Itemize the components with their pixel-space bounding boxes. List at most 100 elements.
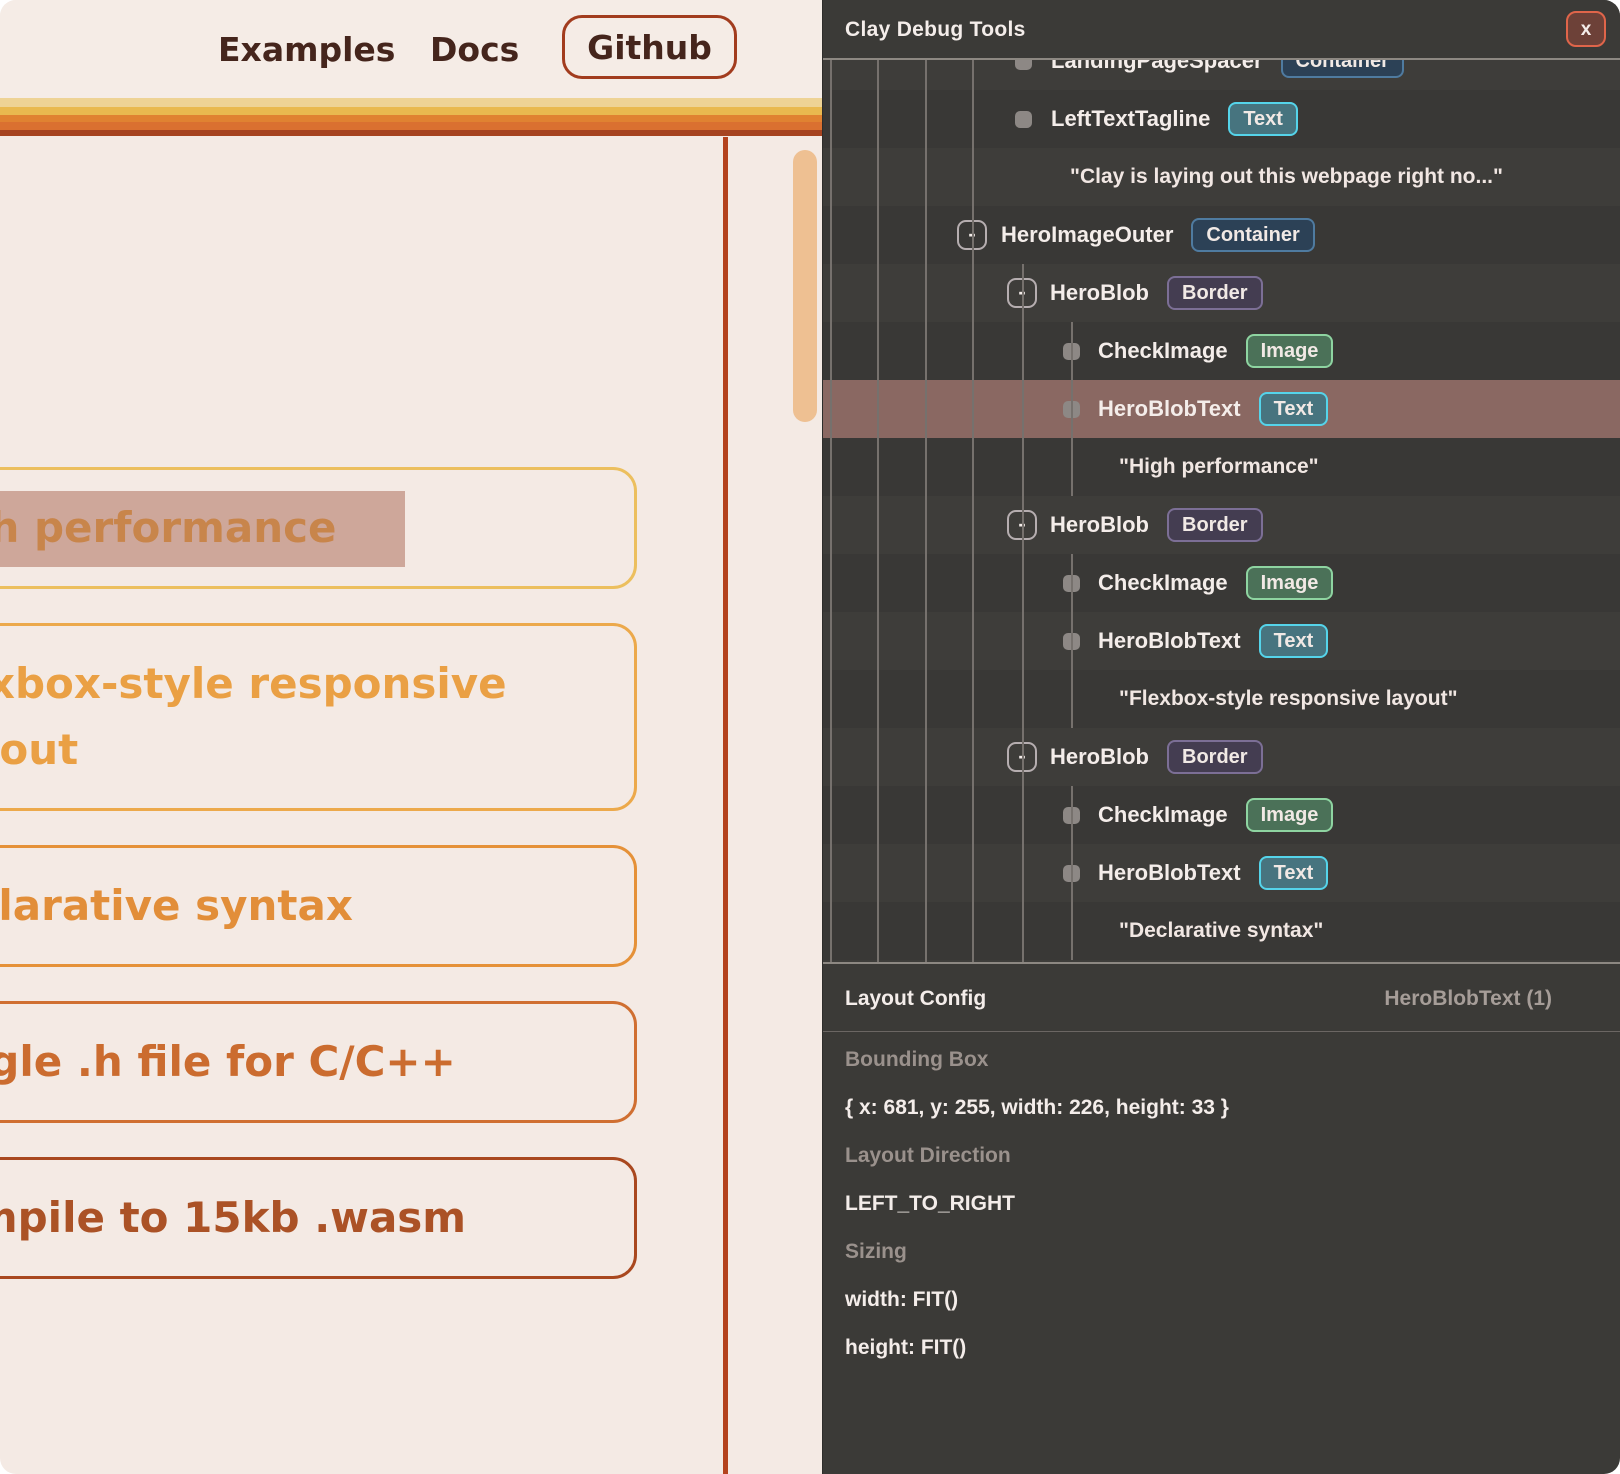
tree-element-row[interactable]: -HeroImageOuterContainer	[823, 206, 1620, 264]
config-property-label: Layout Direction	[845, 1132, 1585, 1180]
nav-link-examples[interactable]: Examples	[218, 0, 395, 98]
config-property-value: { x: 681, y: 255, width: 226, height: 33…	[845, 1084, 1585, 1132]
tree-element-row[interactable]: CheckImageImage	[823, 322, 1620, 380]
element-type-badge: Text	[1259, 624, 1329, 658]
close-icon: x	[1581, 20, 1592, 39]
stripe-band	[0, 130, 822, 136]
clay-website-page: Examples Docs Github igh performancelexb…	[0, 0, 822, 1474]
element-name: LeftTextTagline	[1051, 106, 1210, 132]
page-scrollbar-thumb[interactable]	[793, 150, 817, 422]
stripe-band	[0, 122, 822, 130]
indent-spacer	[823, 467, 1119, 468]
layout-config-title: Layout Config	[845, 964, 986, 1034]
tree-element-row[interactable]: LandingPageSpacer Container	[823, 60, 1620, 90]
hero-blob-text: ayout	[0, 717, 634, 783]
indent-spacer	[823, 525, 1007, 526]
hero-blob-text: ingle .h file for C/C++	[0, 1029, 634, 1095]
element-name: HeroBlob	[1050, 512, 1149, 538]
indent-spacer	[823, 119, 1015, 120]
stripe-band	[0, 115, 822, 122]
indent-spacer	[823, 931, 1119, 932]
indent-spacer	[823, 293, 1007, 294]
tree-element-row[interactable]: HeroBlobText Text	[823, 380, 1620, 438]
hero-blob-text: ompile to 15kb .wasm	[0, 1185, 634, 1251]
github-button[interactable]: Github	[562, 15, 737, 79]
tree-element-row[interactable]: -HeroBlobBorder	[823, 264, 1620, 322]
nav-link-docs[interactable]: Docs	[430, 0, 519, 98]
element-type-badge: Container	[1281, 60, 1404, 78]
element-text-content: "Flexbox-style responsive layout"	[1119, 687, 1458, 711]
brand-gradient-stripe	[0, 98, 822, 136]
tree-element-row[interactable]: CheckImageImage	[823, 786, 1620, 844]
element-name: CheckImage	[1098, 338, 1228, 364]
tree-leaf-bullet-icon	[1015, 60, 1032, 70]
element-name: LandingPageSpacer	[1051, 60, 1263, 74]
element-type-badge: Border	[1167, 508, 1263, 542]
element-type-badge: Container	[1191, 218, 1314, 252]
tree-indent-guide	[1071, 322, 1073, 496]
hero-blob-text: eclarative syntax	[0, 873, 634, 939]
config-property-label: Bounding Box	[845, 1036, 1585, 1084]
clay-debug-tools-panel: LandingPageSpacer Container LeftTextTaglin…	[822, 0, 1620, 1474]
hero-blob-text: lexbox-style responsive	[0, 651, 634, 717]
indent-spacer	[823, 177, 1070, 178]
stripe-band	[0, 98, 822, 107]
tree-text-preview-row: "Flexbox-style responsive layout"	[823, 670, 1620, 728]
indent-spacer	[823, 583, 1063, 584]
debug-selection-highlight	[0, 491, 405, 567]
tree-text-preview-row: "Declarative syntax"	[823, 902, 1620, 960]
tree-text-preview-row: "High performance"	[823, 438, 1620, 496]
hero-blob-4: ompile to 15kb .wasm	[0, 1157, 637, 1279]
tree-element-row[interactable]: -HeroBlobBorder	[823, 728, 1620, 786]
screenshot-root: Examples Docs Github igh performancelexb…	[0, 0, 1620, 1474]
element-type-badge: Text	[1259, 392, 1329, 426]
tree-indent-guide	[1071, 786, 1073, 960]
tree-element-row[interactable]: HeroBlobText Text	[823, 844, 1620, 902]
element-name: HeroBlob	[1050, 280, 1149, 306]
page-vertical-divider	[723, 137, 728, 1474]
indent-spacer	[823, 61, 1015, 62]
element-text-content: "High performance"	[1119, 455, 1319, 479]
element-name: HeroImageOuter	[1001, 222, 1173, 248]
tree-text-preview-row: "Clay is laying out this webpage right n…	[823, 148, 1620, 206]
indent-spacer	[823, 815, 1063, 816]
tree-indent-guide	[972, 60, 974, 1022]
hero-blob-3: ingle .h file for C/C++	[0, 1001, 637, 1123]
tree-indent-guide	[877, 60, 879, 1022]
tree-element-row[interactable]: CheckImage Image	[823, 554, 1620, 612]
element-name: HeroBlobText	[1098, 628, 1241, 654]
indent-spacer	[823, 641, 1063, 642]
tree-leaf-bullet-icon	[1015, 111, 1032, 128]
config-property-value: width: FIT()	[845, 1276, 1585, 1324]
hero-blob-2: eclarative syntax	[0, 845, 637, 967]
tree-indent-guide	[925, 60, 927, 1022]
element-name: HeroBlobText	[1098, 396, 1241, 422]
element-text-content: "Clay is laying out this webpage right n…	[1070, 165, 1503, 189]
indent-spacer	[823, 873, 1063, 874]
element-type-badge: Text	[1259, 856, 1329, 890]
element-name: CheckImage	[1098, 570, 1228, 596]
debug-panel-title: Clay Debug Tools	[845, 0, 1026, 60]
tree-element-row[interactable]: LeftTextTagline Text	[823, 90, 1620, 148]
selected-element-name: HeroBlobText (1)	[1384, 964, 1552, 1034]
element-type-badge: Image	[1246, 566, 1334, 600]
element-type-badge: Text	[1228, 102, 1298, 136]
config-property-label: Sizing	[845, 1228, 1585, 1276]
indent-spacer	[823, 757, 1007, 758]
config-property-value: LEFT_TO_RIGHT	[845, 1180, 1585, 1228]
element-type-badge: Border	[1167, 740, 1263, 774]
indent-spacer	[823, 699, 1119, 700]
element-name: HeroBlobText	[1098, 860, 1241, 886]
element-type-badge: Border	[1167, 276, 1263, 310]
element-name: HeroBlob	[1050, 744, 1149, 770]
indent-spacer	[823, 409, 1063, 410]
tree-element-row[interactable]: -HeroBlobBorder	[823, 496, 1620, 554]
config-property-value: height: FIT()	[845, 1324, 1585, 1372]
tree-indent-guide	[1022, 264, 1024, 1022]
element-type-badge: Image	[1246, 798, 1334, 832]
layout-config-header: Layout Config HeroBlobText (1)	[823, 962, 1620, 1032]
stripe-band	[0, 107, 822, 115]
close-button[interactable]: x	[1566, 11, 1606, 47]
tree-indent-guide	[1071, 554, 1073, 728]
tree-element-row[interactable]: HeroBlobText Text	[823, 612, 1620, 670]
